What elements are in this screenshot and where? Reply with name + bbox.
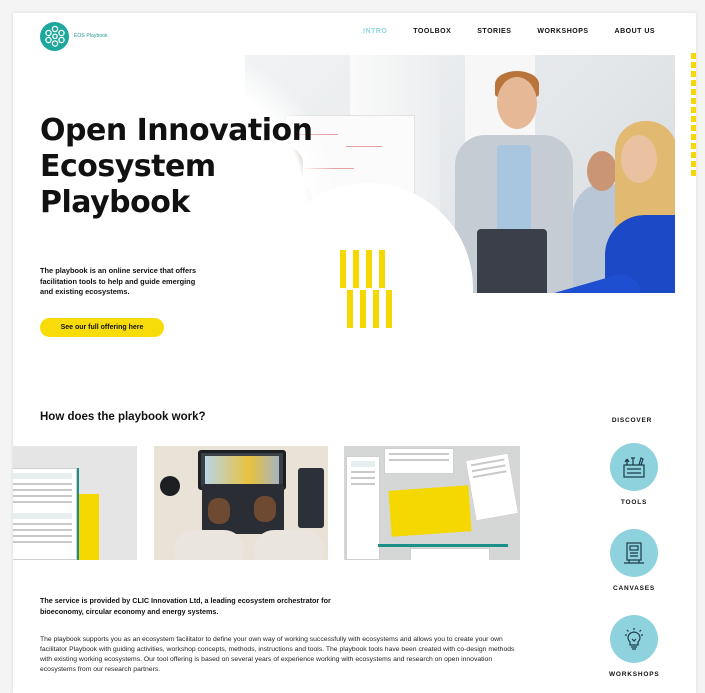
thumbnail-playbook-document <box>13 446 137 560</box>
nav-toolbox[interactable]: TOOLBOX <box>413 28 451 35</box>
hero-title: Open Innovation Ecosystem Playbook <box>40 113 313 220</box>
thumbnail-canvas-tools <box>344 446 520 560</box>
tools-icon <box>623 457 645 478</box>
page: EOS Playbook INTRO TOOLBOX STORIES WORKS… <box>13 13 696 693</box>
section-title-how: How does the playbook work? <box>40 411 206 423</box>
nav-workshops[interactable]: WORKSHOPS <box>537 28 588 35</box>
discover-canvases[interactable]: CANVASES <box>609 529 659 592</box>
edge-yellow-pattern <box>691 53 696 193</box>
discover-tools-label: TOOLS <box>620 499 648 506</box>
nav-intro[interactable]: INTRO <box>363 28 387 35</box>
logo-text: EOS Playbook <box>74 33 108 39</box>
main-nav: INTRO TOOLBOX STORIES WORKSHOPS ABOUT US <box>363 28 681 35</box>
nav-about-us[interactable]: ABOUT US <box>615 28 656 35</box>
canvas-icon <box>624 542 644 564</box>
provider-statement: The service is provided by CLIC Innovati… <box>40 596 331 616</box>
thumbnail-laptop <box>154 446 328 560</box>
lightbulb-icon <box>625 628 643 650</box>
discover-tools[interactable]: TOOLS <box>609 443 659 506</box>
logo-icon <box>40 21 69 51</box>
full-offering-button[interactable]: See our full offering here <box>40 318 164 337</box>
hero-description: The playbook is an online service that o… <box>40 266 197 296</box>
playbook-description: The playbook supports you as an ecosyste… <box>40 636 515 673</box>
discover-canvases-label: CANVASES <box>612 585 656 592</box>
discover-workshops[interactable]: WORKSHOPS <box>609 615 659 678</box>
discover-heading: DISCOVER <box>611 417 653 424</box>
discover-workshops-label: WORKSHOPS <box>609 671 660 678</box>
logo[interactable]: EOS Playbook <box>40 21 108 51</box>
nav-stories[interactable]: STORIES <box>477 28 511 35</box>
